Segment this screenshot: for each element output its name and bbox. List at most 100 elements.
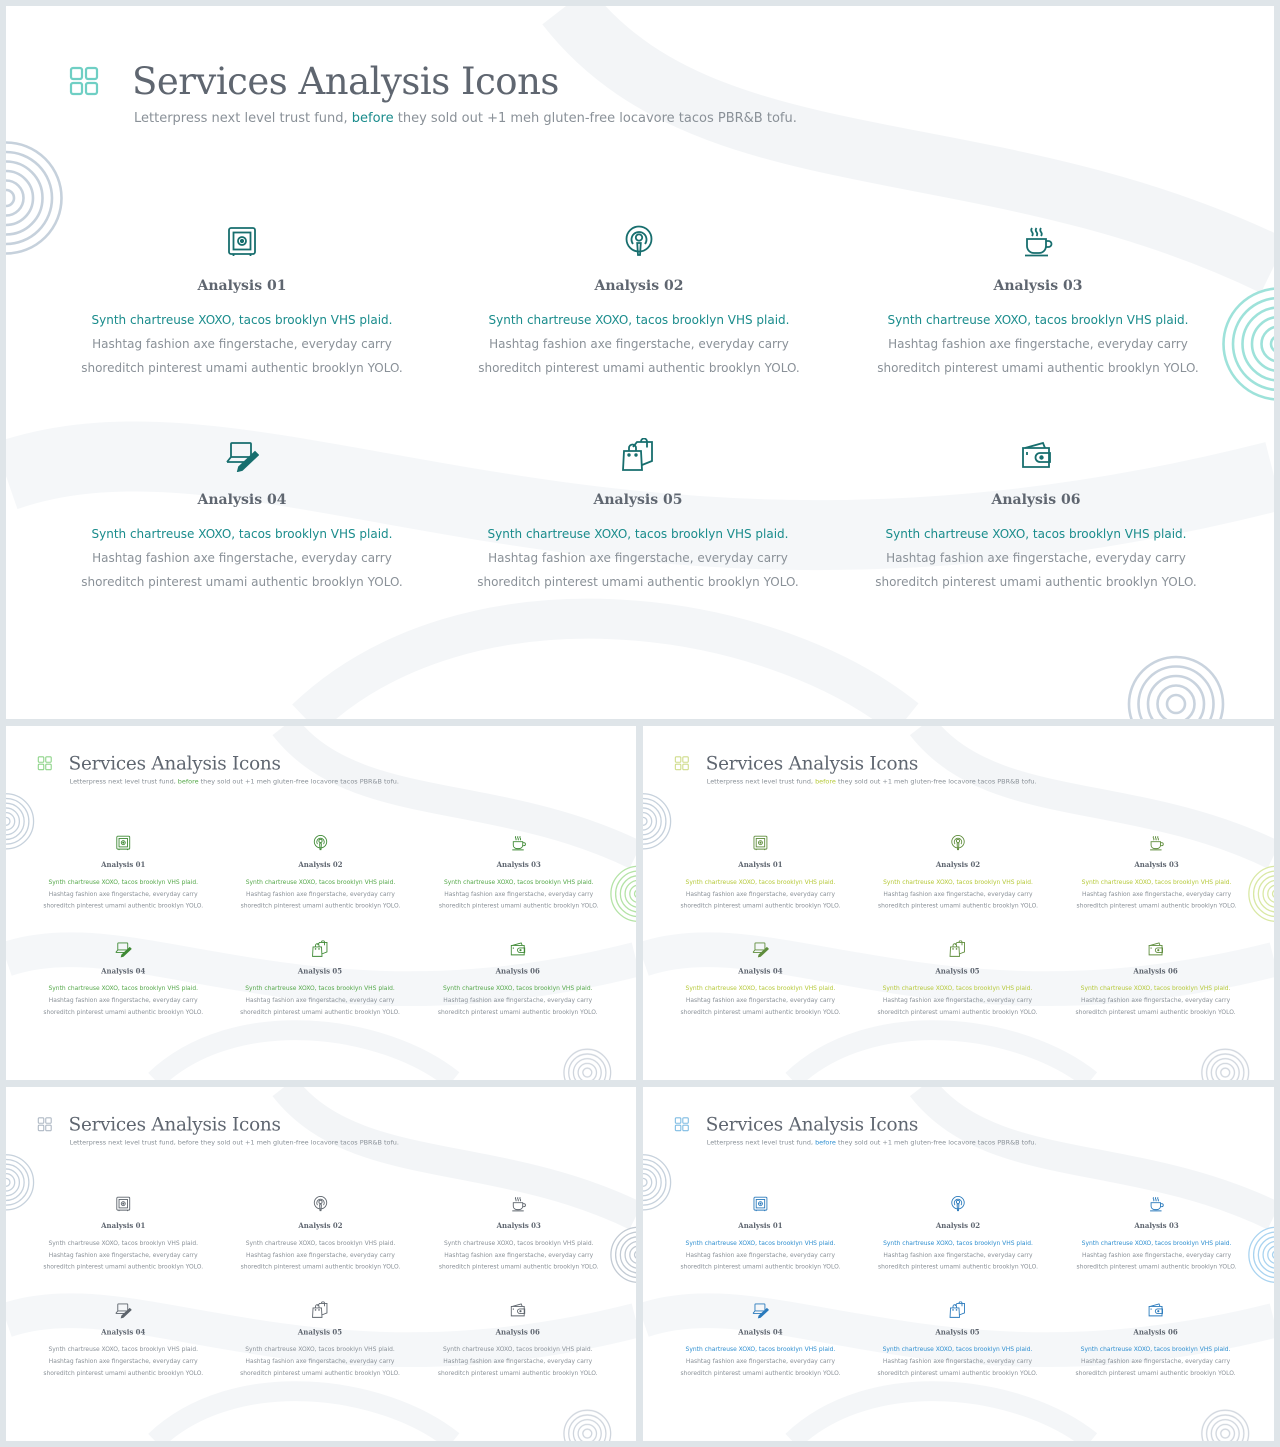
- card-title: Analysis 06: [991, 492, 1081, 508]
- page-title: Services Analysis Icons: [68, 1113, 281, 1136]
- card-title: Analysis 02: [935, 1222, 981, 1230]
- subtitle-highlight: before: [177, 1139, 199, 1147]
- card-body-line: shoreditch pinterest umami authentic bro…: [43, 1263, 204, 1271]
- page-subtitle: Letterpress next level trust fund, befor…: [134, 111, 797, 126]
- safe-icon: [115, 834, 132, 851]
- coffee-cup-icon: [1021, 224, 1055, 258]
- card-highlight-text: Synth chartreuse XOXO, tacos brooklyn VH…: [685, 1345, 836, 1353]
- card-title: Analysis 05: [935, 1328, 980, 1337]
- analysis-card-1: Analysis 01 Synth chartreuse XOXO, tacos…: [34, 1195, 213, 1272]
- page-subtitle: Letterpress next level trust fund, befor…: [70, 1139, 399, 1146]
- card-body-line: shoreditch pinterest umami authentic bro…: [477, 575, 799, 589]
- page-title: Services Analysis Icons: [68, 752, 281, 775]
- analysis-card-1: Analysis 01 Synth chartreuse XOXO, tacos…: [671, 1195, 850, 1272]
- card-highlight-text: Synth chartreuse XOXO, tacos brooklyn VH…: [48, 1345, 199, 1353]
- subtitle-text-end: they sold out +1 meh gluten-free locavor…: [198, 1139, 399, 1147]
- slide-variant-blue[interactable]: Services Analysis Icons Letterpress next …: [643, 1087, 1274, 1441]
- card-highlight-text: Synth chartreuse XOXO, tacos brooklyn VH…: [443, 1239, 594, 1247]
- card-highlight-text: Synth chartreuse XOXO, tacos brooklyn VH…: [882, 984, 1033, 992]
- card-highlight-text: Synth chartreuse XOXO, tacos brooklyn VH…: [885, 527, 1187, 541]
- card-body-line: Hashtag fashion axe fingerstache, everyd…: [888, 337, 1188, 351]
- card-body-line: Hashtag fashion axe fingerstache, everyd…: [883, 1251, 1033, 1259]
- card-body-line: Hashtag fashion axe fingerstache, everyd…: [685, 996, 836, 1004]
- slide-variant-green[interactable]: Services Analysis Icons Letterpress next …: [6, 726, 636, 1080]
- slide-variant-gray[interactable]: Services Analysis Icons Letterpress next …: [6, 1087, 636, 1441]
- safe-icon: [752, 834, 769, 851]
- card-body-line: Hashtag fashion axe fingerstache, everyd…: [488, 551, 788, 565]
- laptop-pen-icon: [115, 940, 132, 958]
- card-highlight-text: Synth chartreuse XOXO, tacos brooklyn VH…: [443, 878, 594, 886]
- rings-bottom-icon: [1201, 1048, 1250, 1080]
- card-body-line: shoreditch pinterest umami authentic bro…: [877, 1369, 1038, 1377]
- card-highlight-text: Synth chartreuse XOXO, tacos brooklyn VH…: [48, 878, 199, 886]
- card-body-line: shoreditch pinterest umami authentic bro…: [240, 902, 401, 910]
- card-body-line: shoreditch pinterest umami authentic bro…: [478, 361, 800, 375]
- card-body-line: shoreditch pinterest umami authentic bro…: [438, 902, 599, 910]
- card-body-line: Hashtag fashion axe fingerstache, everyd…: [48, 1251, 198, 1259]
- card-body-line: Hashtag fashion axe fingerstache, everyd…: [48, 890, 198, 898]
- analysis-card-4: Analysis 04 Synth chartreuse XOXO, tacos…: [34, 1301, 213, 1378]
- card-body-line: Hashtag fashion axe fingerstache, everyd…: [443, 1357, 593, 1365]
- laptop-pen-icon: [752, 1301, 770, 1319]
- wallet-icon: [509, 1301, 526, 1318]
- card-body-line: Hashtag fashion axe fingerstache, everyd…: [443, 996, 593, 1004]
- rings-right-icon: [610, 1226, 636, 1283]
- card-title: Analysis 03: [1134, 861, 1179, 869]
- subtitle-highlight: before: [815, 778, 836, 786]
- subtitle-text-start: Letterpress next level trust fund,: [69, 1139, 178, 1147]
- coffee-cup-icon: [1148, 1195, 1165, 1212]
- safe-icon: [115, 1195, 132, 1212]
- analysis-card-1: Analysis 01 Synth chartreuse XOXO, tacos…: [62, 224, 422, 380]
- card-highlight-text: Synth chartreuse XOXO, tacos brooklyn VH…: [91, 527, 393, 541]
- laptop-pen-icon: [115, 1301, 132, 1319]
- card-highlight-text: Synth chartreuse XOXO, tacos brooklyn VH…: [48, 984, 199, 992]
- card-highlight-text: Synth chartreuse XOXO, tacos brooklyn VH…: [685, 1239, 836, 1247]
- card-body-line: Hashtag fashion axe fingerstache, everyd…: [886, 551, 1186, 565]
- analysis-card-5: Analysis 05 Synth chartreuse XOXO, tacos…: [231, 1301, 410, 1378]
- card-body-line: shoreditch pinterest umami authentic bro…: [438, 1263, 599, 1271]
- card-title: Analysis 01: [738, 1222, 783, 1230]
- rings-right-icon: [1222, 287, 1274, 401]
- card-body-line: shoreditch pinterest umami authentic bro…: [877, 902, 1038, 910]
- card-body-line: Hashtag fashion axe fingerstache, everyd…: [246, 1251, 395, 1259]
- subtitle-text-end: they sold out +1 meh gluten-free locavor…: [835, 1139, 1037, 1147]
- card-highlight-text: Synth chartreuse XOXO, tacos brooklyn VH…: [245, 984, 395, 992]
- card-highlight-text: Synth chartreuse XOXO, tacos brooklyn VH…: [1081, 878, 1232, 886]
- card-title: Analysis 06: [1133, 967, 1178, 976]
- card-body-line: shoreditch pinterest umami authentic bro…: [240, 1008, 400, 1016]
- page-title: Services Analysis Icons: [705, 1113, 919, 1136]
- card-body-line: shoreditch pinterest umami authentic bro…: [240, 1263, 401, 1271]
- card-highlight-text: Synth chartreuse XOXO, tacos brooklyn VH…: [887, 313, 1189, 327]
- card-body-line: Hashtag fashion axe fingerstache, everyd…: [882, 1357, 1033, 1365]
- card-body-line: shoreditch pinterest umami authentic bro…: [1076, 902, 1237, 910]
- card-body-line: Hashtag fashion axe fingerstache, everyd…: [444, 1251, 594, 1259]
- rings-bottom-icon: [563, 1048, 612, 1080]
- grid-four-squares-icon: [37, 1117, 52, 1132]
- card-body-line: shoreditch pinterest umami authentic bro…: [43, 902, 204, 910]
- card-title: Analysis 01: [197, 278, 287, 294]
- card-title: Analysis 03: [993, 278, 1083, 294]
- analysis-card-6: Analysis 06 Synth chartreuse XOXO, tacos…: [428, 940, 607, 1017]
- analysis-card-6: Analysis 06 Synth chartreuse XOXO, tacos…: [1066, 940, 1245, 1017]
- card-title: Analysis 01: [101, 861, 146, 869]
- card-highlight-text: Synth chartreuse XOXO, tacos brooklyn VH…: [488, 313, 790, 327]
- card-title: Analysis 02: [298, 861, 343, 869]
- analysis-card-5: Analysis 05 Synth chartreuse XOXO, tacos…: [458, 437, 818, 594]
- analysis-card-5: Analysis 05 Synth chartreuse XOXO, tacos…: [868, 940, 1047, 1017]
- podcast-icon: [312, 1195, 329, 1212]
- page-title: Services Analysis Icons: [705, 752, 919, 775]
- card-body-line: shoreditch pinterest umami authentic bro…: [877, 1008, 1038, 1016]
- slide-variant-lime[interactable]: Services Analysis Icons Letterpress next …: [643, 726, 1274, 1080]
- card-title: Analysis 05: [593, 492, 683, 508]
- card-highlight-text: Synth chartreuse XOXO, tacos brooklyn VH…: [91, 313, 393, 327]
- card-body-line: Hashtag fashion axe fingerstache, everyd…: [48, 1357, 198, 1365]
- subtitle-highlight: before: [815, 1139, 836, 1147]
- analysis-card-3: Analysis 03 Synth chartreuse XOXO, tacos…: [1067, 1195, 1246, 1272]
- card-title: Analysis 04: [101, 967, 146, 976]
- rings-right-icon: [610, 865, 636, 922]
- coffee-cup-icon: [510, 1195, 527, 1212]
- card-highlight-text: Synth chartreuse XOXO, tacos brooklyn VH…: [48, 1239, 199, 1247]
- card-highlight-text: Synth chartreuse XOXO, tacos brooklyn VH…: [1080, 984, 1231, 992]
- card-title: Analysis 04: [738, 967, 783, 976]
- card-body-line: Hashtag fashion axe fingerstache, everyd…: [444, 890, 594, 898]
